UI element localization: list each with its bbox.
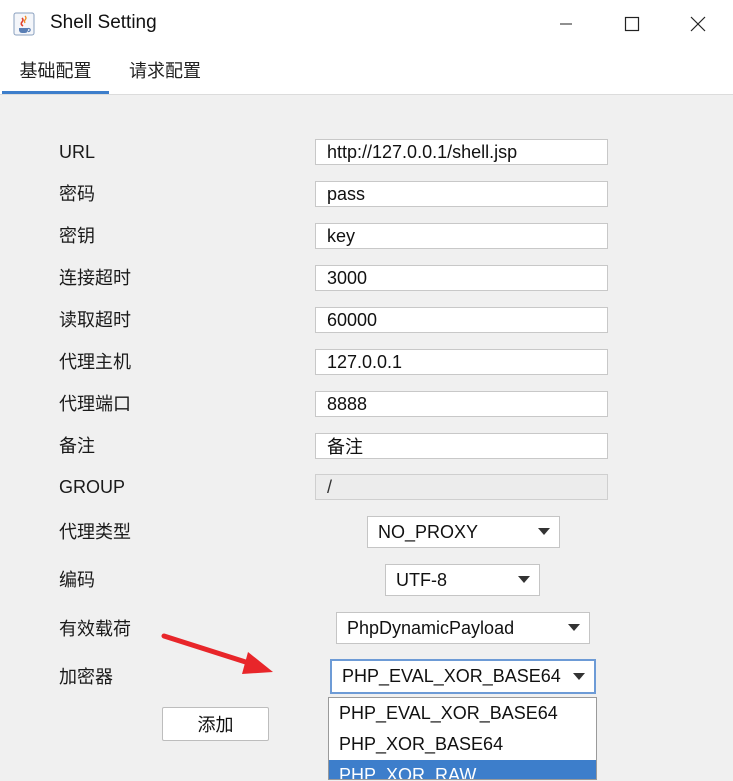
cryption-value: PHP_EVAL_XOR_BASE64 (342, 666, 561, 686)
dropdown-option-highlighted[interactable]: PHP_XOR_RAW (329, 760, 596, 779)
dropdown-option[interactable]: PHP_XOR_BASE64 (329, 729, 596, 760)
read-timeout-input[interactable] (315, 307, 608, 333)
url-label: URL (59, 142, 96, 162)
proxy-type-label: 代理类型 (59, 522, 131, 542)
key-label: 密钥 (59, 226, 95, 246)
proxy-host-input[interactable] (315, 349, 608, 375)
proxy-port-label: 代理端口 (59, 394, 131, 414)
title-bar: Shell Setting (0, 0, 733, 48)
encoding-label: 编码 (59, 570, 95, 590)
encoding-value: UTF-8 (396, 569, 447, 590)
proxy-host-label: 代理主机 (59, 352, 131, 372)
password-input[interactable] (315, 181, 608, 207)
cryption-dropdown-list: PHP_EVAL_XOR_BASE64 PHP_XOR_BASE64 PHP_X… (328, 697, 597, 780)
proxy-type-value: NO_PROXY (378, 521, 479, 542)
group-label: GROUP (59, 477, 126, 497)
tab-label: 基础配置 (19, 61, 92, 81)
key-input[interactable] (315, 223, 608, 249)
close-icon (690, 16, 706, 32)
connect-timeout-input[interactable] (315, 265, 608, 291)
url-input[interactable] (315, 139, 608, 165)
remark-input[interactable] (315, 433, 608, 459)
cryption-select[interactable]: PHP_EVAL_XOR_BASE64 (330, 659, 596, 694)
dropdown-option[interactable]: PHP_EVAL_XOR_BASE64 (329, 698, 596, 729)
payload-select[interactable]: PhpDynamicPayload (336, 612, 590, 644)
minimize-icon (560, 23, 572, 25)
group-input[interactable] (315, 474, 608, 500)
tab-request-config[interactable]: 请求配置 (115, 48, 215, 94)
chevron-down-icon (559, 613, 589, 643)
remark-label: 备注 (59, 436, 95, 456)
tab-basic-config[interactable]: 基础配置 (2, 48, 109, 94)
proxy-port-input[interactable] (315, 391, 608, 417)
read-timeout-label: 读取超时 (59, 310, 131, 330)
window-title: Shell Setting (50, 12, 157, 33)
tab-label: 请求配置 (129, 61, 201, 81)
maximize-button[interactable] (609, 10, 655, 38)
add-button[interactable]: 添加 (162, 707, 269, 741)
connect-timeout-label: 连接超时 (59, 268, 131, 288)
proxy-type-select[interactable]: NO_PROXY (367, 516, 560, 548)
red-arrow-annotation-icon (161, 633, 273, 674)
minimize-button[interactable] (543, 10, 589, 38)
encoding-select[interactable]: UTF-8 (385, 564, 540, 596)
close-button[interactable] (675, 10, 721, 38)
payload-value: PhpDynamicPayload (347, 617, 515, 638)
chevron-down-icon (529, 517, 559, 547)
java-cup-icon (13, 12, 35, 36)
tab-bar: 基础配置 请求配置 (0, 48, 733, 94)
chevron-down-icon (564, 661, 594, 692)
cryption-label: 加密器 (59, 667, 113, 687)
payload-label: 有效载荷 (59, 619, 131, 639)
chevron-down-icon (509, 565, 539, 595)
password-label: 密码 (59, 184, 95, 204)
maximize-icon (624, 16, 640, 32)
